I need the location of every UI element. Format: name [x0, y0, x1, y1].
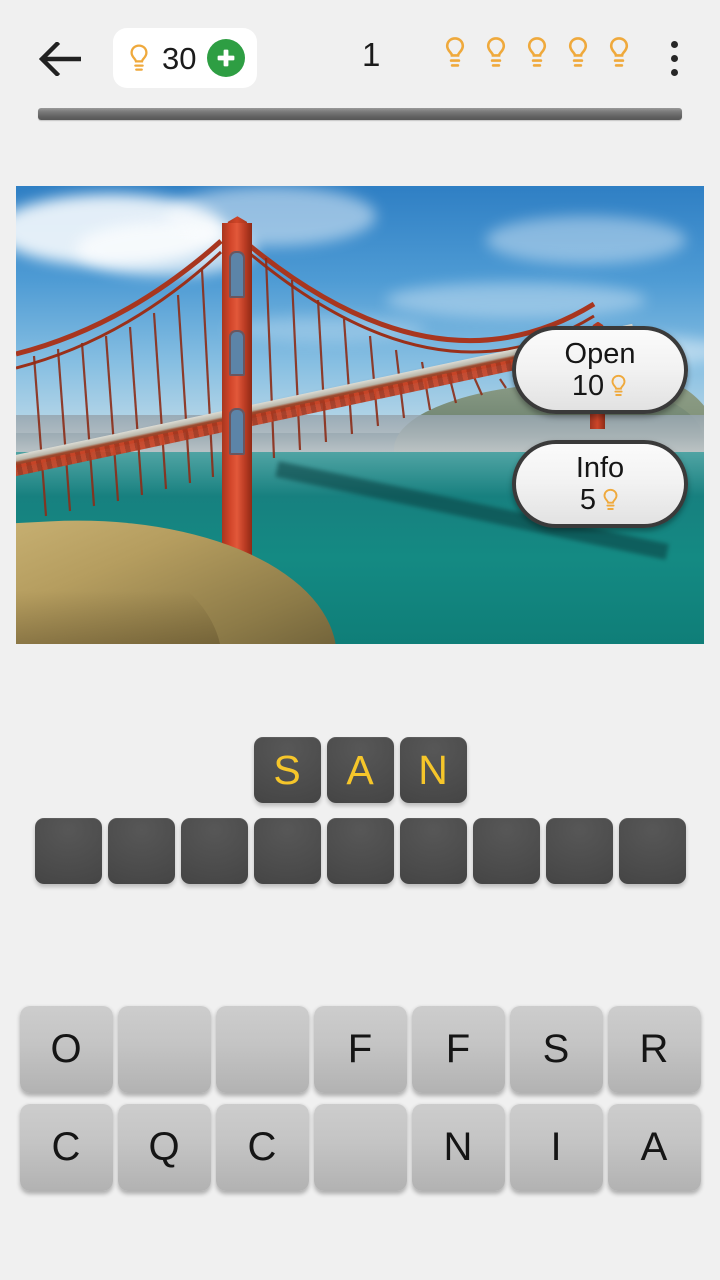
lightbulb-icon — [566, 36, 590, 70]
cloud — [166, 186, 376, 246]
back-button[interactable] — [30, 28, 92, 90]
hint-count: 30 — [162, 40, 197, 76]
back-arrow-icon — [39, 42, 83, 76]
letter-key[interactable]: Q — [117, 1103, 211, 1191]
lightbulb-icon — [601, 488, 620, 512]
lightbulb-icon — [525, 36, 549, 70]
info-button[interactable]: Info 5 — [512, 440, 688, 528]
answer-tile[interactable]: S — [253, 737, 321, 803]
progress-bar-fill — [38, 108, 682, 120]
answer-tile[interactable] — [545, 818, 613, 884]
open-button-label: Open — [564, 338, 636, 371]
answer-tile[interactable]: N — [399, 737, 467, 803]
lightbulb-icon — [484, 36, 508, 70]
letter-key[interactable]: F — [411, 1005, 505, 1093]
open-button-cost: 10 — [572, 370, 628, 401]
letter-key[interactable]: F — [313, 1005, 407, 1093]
menu-dot — [670, 54, 678, 62]
cloud — [386, 282, 646, 318]
hint-wallet[interactable]: 30 — [113, 28, 258, 88]
golden-gate-bridge-photo — [16, 186, 704, 644]
lightbulb-icon — [607, 36, 631, 70]
info-button-cost: 5 — [580, 484, 620, 515]
letter-key[interactable]: A — [607, 1103, 701, 1191]
cloud — [486, 216, 686, 264]
letter-key[interactable]: O — [19, 1005, 113, 1093]
answer-tile[interactable] — [107, 818, 175, 884]
answer-tile[interactable] — [399, 818, 467, 884]
lightbulb-icon — [127, 43, 151, 73]
letter-key-used — [117, 1005, 211, 1093]
answer-tile[interactable] — [472, 818, 540, 884]
answer-tile[interactable] — [618, 818, 686, 884]
letter-key[interactable]: N — [411, 1103, 505, 1191]
answer-tile[interactable] — [34, 818, 102, 884]
letter-key-used — [313, 1103, 407, 1191]
top-bar: 30 1 — [0, 0, 720, 112]
menu-dot — [670, 68, 678, 76]
answer-row-blank — [0, 818, 720, 884]
letter-key[interactable]: C — [215, 1103, 309, 1191]
answer-tile[interactable] — [253, 818, 321, 884]
progress-bar-track — [38, 108, 682, 122]
answer-tile[interactable] — [326, 818, 394, 884]
tower-windows — [222, 223, 252, 580]
answer-tile[interactable] — [180, 818, 248, 884]
letter-key[interactable]: I — [509, 1103, 603, 1191]
keyboard-row: C Q C N I A — [19, 1103, 701, 1191]
letter-keyboard: O F F S R C Q C N I A — [0, 1005, 720, 1191]
plus-icon — [213, 45, 239, 71]
level-number: 1 — [362, 36, 381, 73]
letter-key-used — [215, 1005, 309, 1093]
open-answer-button[interactable]: Open 10 — [512, 326, 688, 414]
lightbulb-icon — [443, 36, 467, 70]
letter-key[interactable]: R — [607, 1005, 701, 1093]
info-button-label: Info — [575, 452, 625, 485]
answer-row-entered: S A N — [0, 737, 720, 803]
menu-dot — [670, 40, 678, 48]
puzzle-image: Open 10 Info 5 — [16, 186, 704, 644]
lives-indicator — [443, 36, 631, 70]
cloud — [226, 316, 426, 342]
kebab-menu-icon[interactable] — [650, 30, 698, 86]
lightbulb-icon — [609, 374, 628, 398]
letter-key[interactable]: S — [509, 1005, 603, 1093]
keyboard-row: O F F S R — [19, 1005, 701, 1093]
letter-key[interactable]: C — [19, 1103, 113, 1191]
add-hints-button[interactable] — [207, 39, 246, 77]
answer-tile[interactable]: A — [326, 737, 394, 803]
